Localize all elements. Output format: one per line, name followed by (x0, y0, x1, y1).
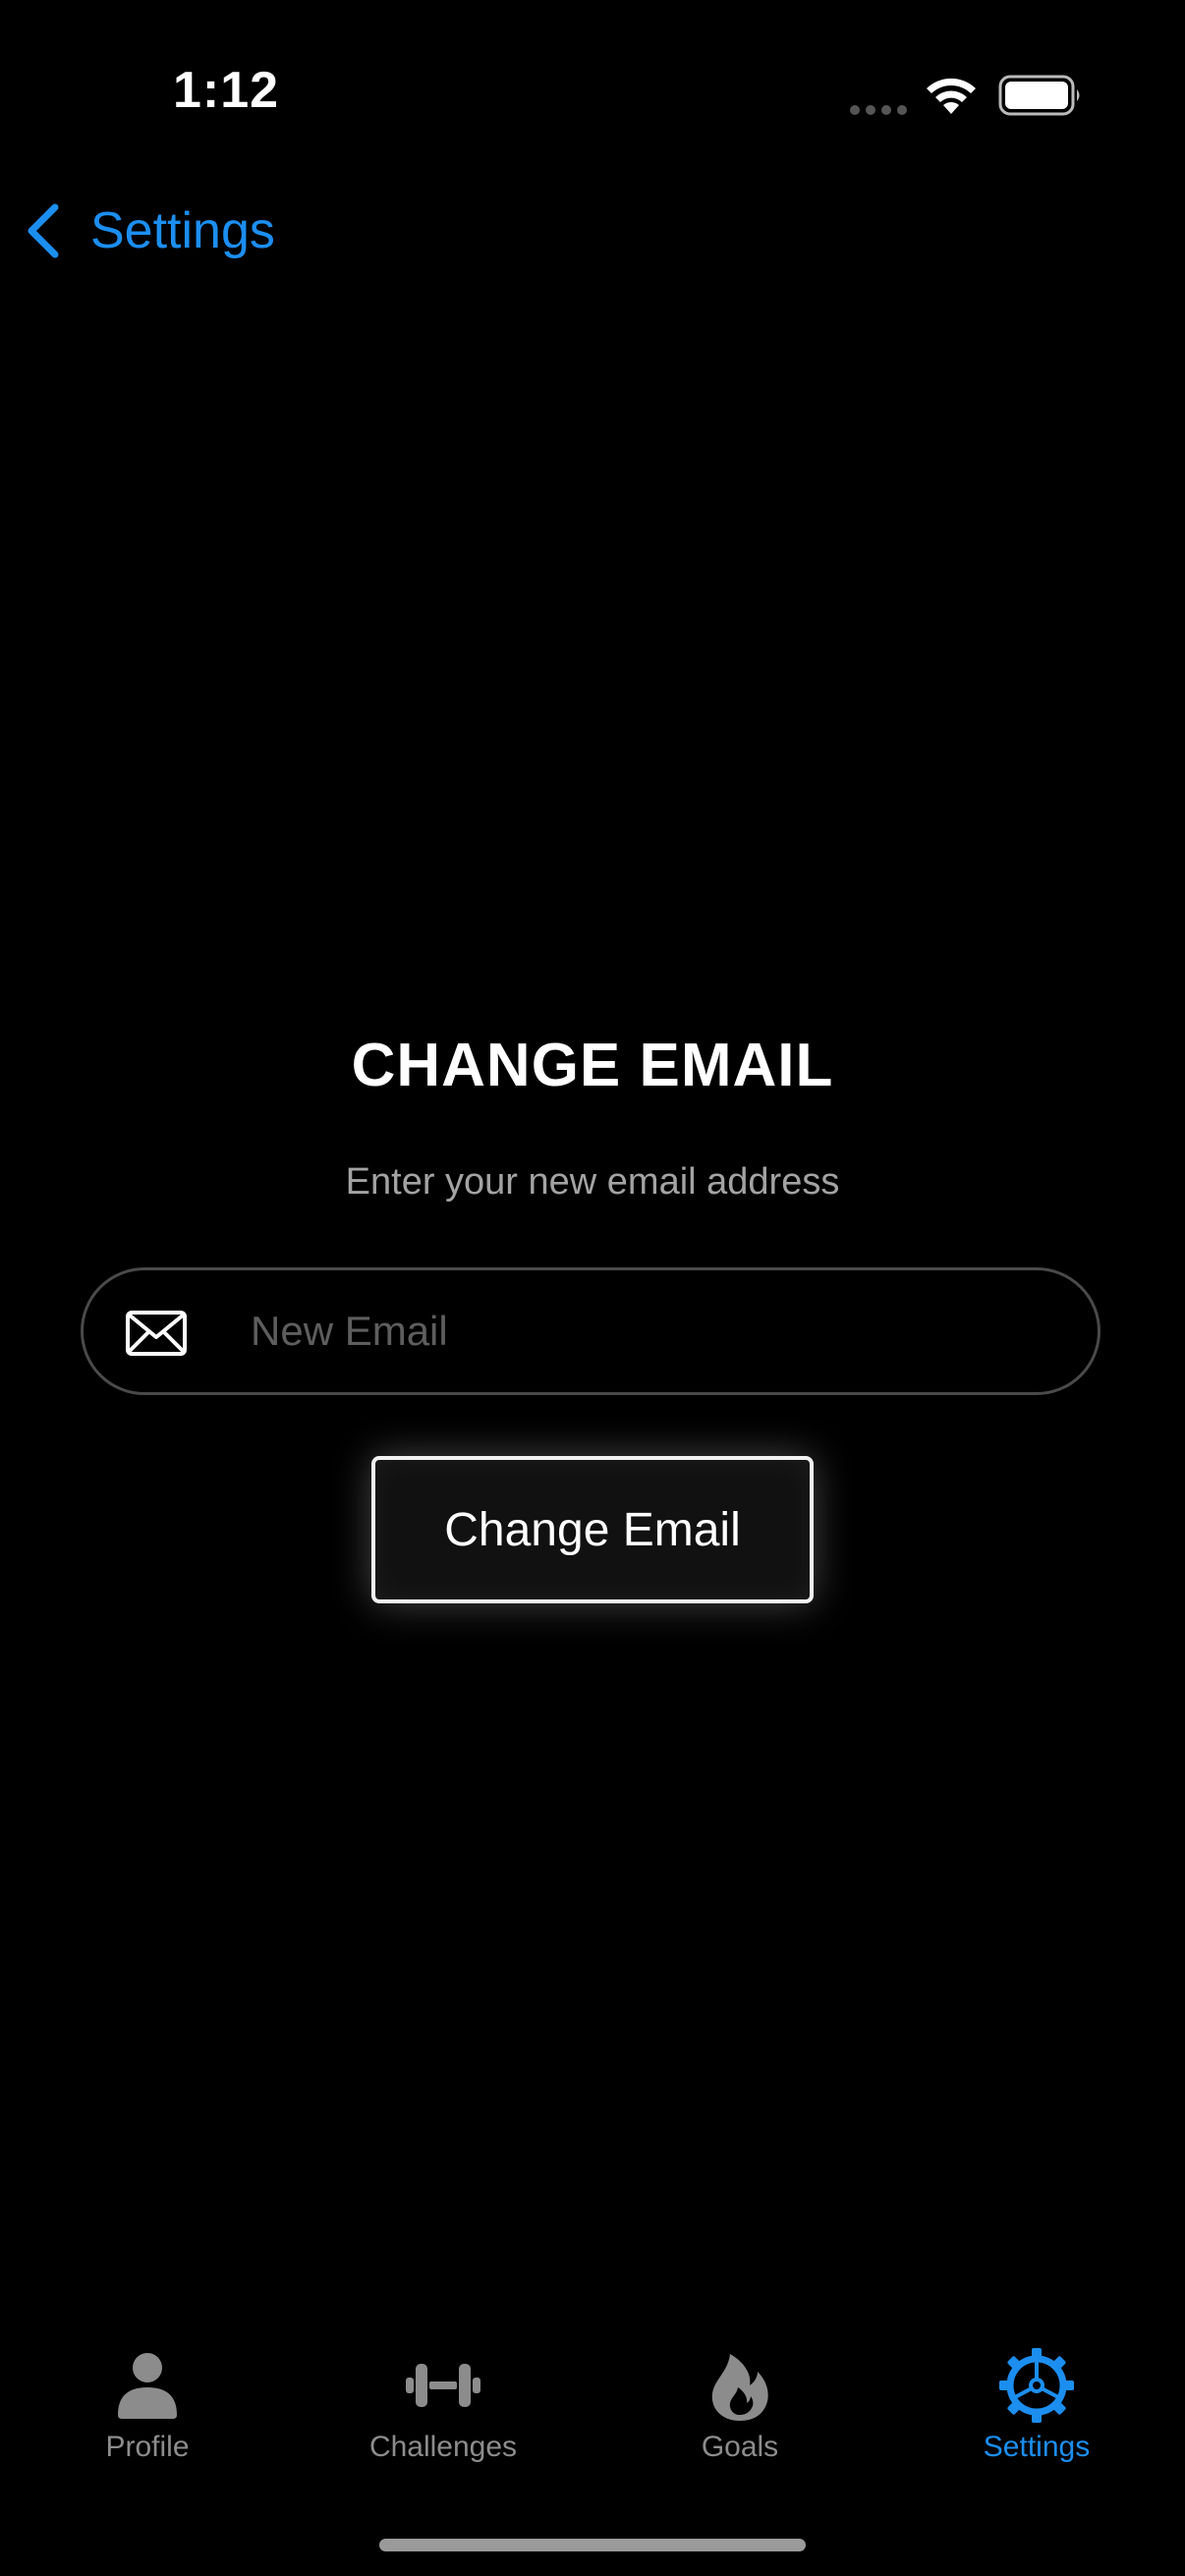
status-bar: 1:12 (0, 0, 1185, 187)
person-icon (118, 2353, 177, 2419)
back-button-label: Settings (90, 202, 275, 259)
change-email-button[interactable]: Change Email (371, 1456, 814, 1603)
tab-challenges[interactable]: Challenges (325, 2346, 561, 2484)
back-button[interactable]: Settings (24, 196, 275, 265)
tab-label-profile: Profile (105, 2431, 190, 2463)
cellular-signal-icon (850, 105, 907, 115)
chevron-left-icon (28, 203, 59, 258)
email-field[interactable] (81, 1267, 1100, 1395)
flame-icon (711, 2354, 768, 2421)
tab-settings[interactable]: Settings (919, 2346, 1155, 2484)
change-email-form: CHANGE EMAIL Enter your new email addres… (0, 1022, 1185, 1603)
new-email-input[interactable] (251, 1270, 1056, 1392)
wifi-icon (927, 78, 976, 114)
tab-label-goals: Goals (701, 2431, 779, 2463)
tab-label-settings: Settings (983, 2431, 1091, 2463)
tab-label-challenges: Challenges (368, 2431, 518, 2463)
gear-icon (999, 2348, 1074, 2423)
status-time: 1:12 (173, 62, 280, 119)
page-subtitle: Enter your new email address (345, 1161, 840, 1203)
home-indicator[interactable] (379, 2539, 806, 2551)
battery-icon (998, 75, 1080, 116)
page-title: CHANGE EMAIL (351, 1032, 834, 1099)
tab-bar: Profile Challenges Goals Settings (0, 2328, 1185, 2486)
tab-profile[interactable]: Profile (29, 2346, 265, 2484)
envelope-icon (126, 1311, 187, 1356)
dumbbell-icon (406, 2364, 480, 2407)
tab-goals[interactable]: Goals (622, 2346, 858, 2484)
